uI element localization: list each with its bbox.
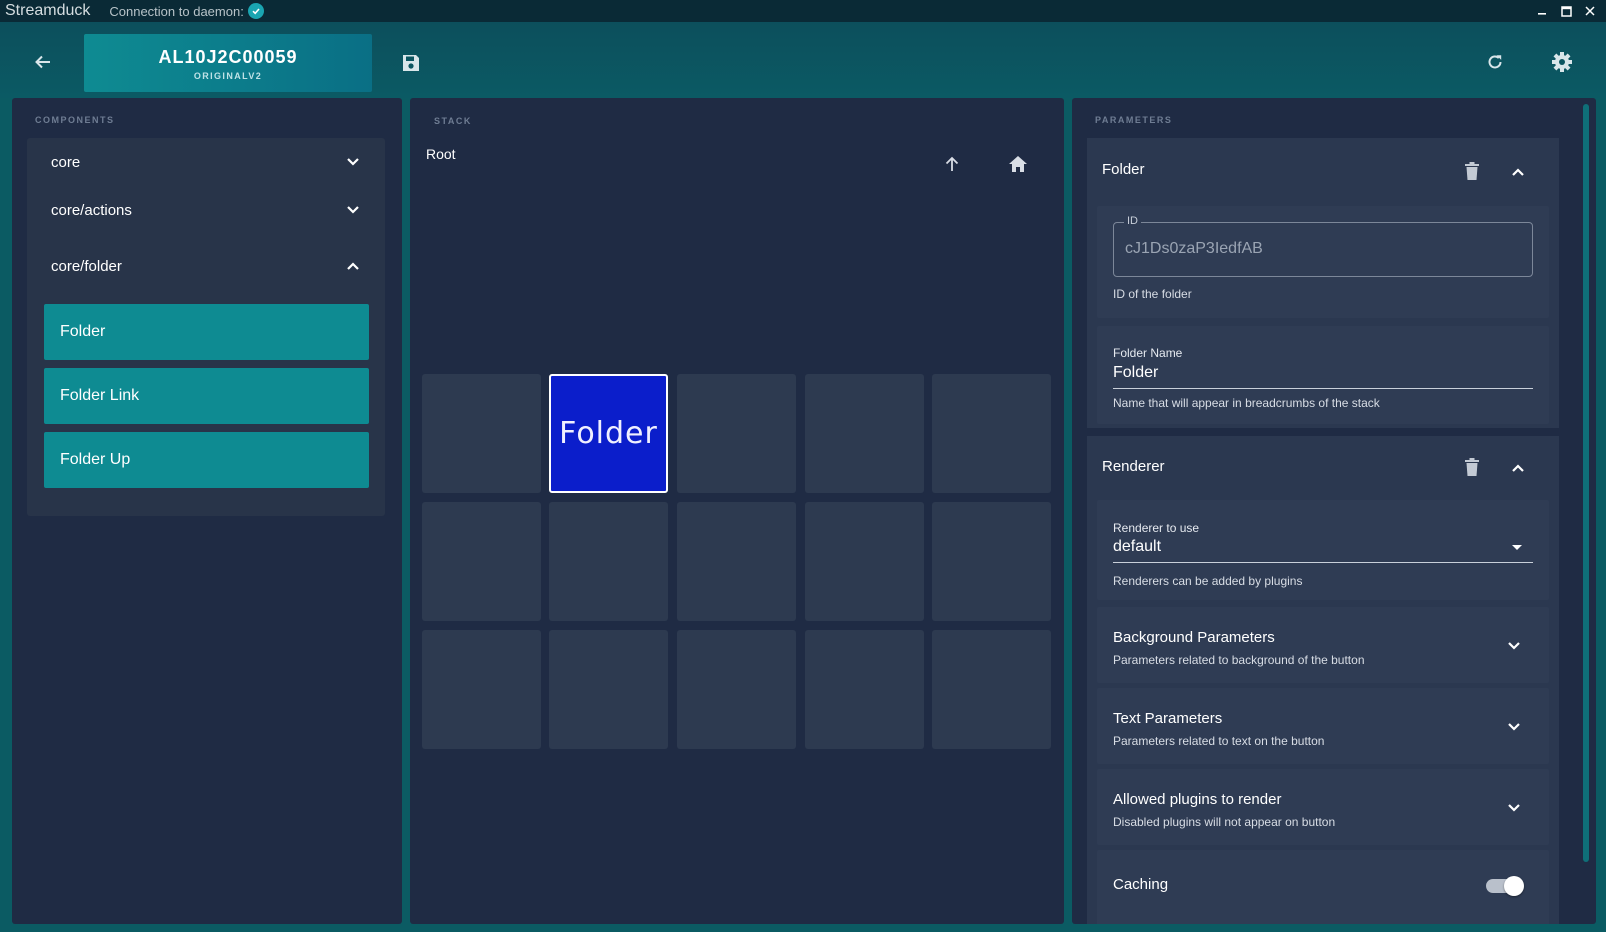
section-header: Folder (1102, 161, 1145, 178)
parameters-title: PARAMETERS (1095, 115, 1173, 125)
components-title: COMPONENTS (35, 115, 115, 125)
device-serial: AL10J2C00059 (158, 47, 298, 67)
chevron-down-icon (1508, 642, 1520, 650)
accordion-desc: Disabled plugins will not appear on butt… (1113, 815, 1336, 829)
accordion-title: Text Parameters (1113, 710, 1223, 727)
stack-title: STACK (434, 116, 472, 126)
caching-label: Caching (1113, 876, 1169, 893)
stack-button-slot[interactable] (805, 502, 924, 621)
stack-button-slot[interactable] (932, 630, 1051, 749)
allowed-plugins-accordion[interactable]: Allowed plugins to render Disabled plugi… (1097, 769, 1549, 845)
group-label: core/actions (51, 201, 132, 219)
connection-status: Connection to daemon: (109, 3, 264, 19)
id-field-label: ID (1124, 215, 1141, 227)
stack-button-slot[interactable] (932, 374, 1051, 493)
stack-button-slot[interactable] (932, 502, 1051, 621)
check-circle-icon (247, 3, 264, 19)
components-list: core core/actions core/folder Folder Fol… (27, 138, 385, 516)
back-arrow-icon[interactable] (31, 50, 55, 74)
component-folder-link[interactable]: Folder Link (44, 368, 369, 424)
caching-row: Caching (1097, 850, 1549, 924)
folder-name-card: Folder Name Folder Name that will appear… (1097, 326, 1549, 424)
app-name: Streamduck (5, 2, 91, 19)
stack-button-slot[interactable] (677, 630, 796, 749)
stack-button-slot[interactable] (677, 502, 796, 621)
text-parameters-accordion[interactable]: Text Parameters Parameters related to te… (1097, 688, 1549, 764)
chevron-up-icon[interactable] (1508, 162, 1528, 182)
accordion-title: Allowed plugins to render (1113, 791, 1282, 808)
stack-button-slot[interactable] (422, 502, 541, 621)
device-card[interactable]: AL10J2C00059 ORIGINALV2 (84, 34, 372, 92)
stack-button-slot[interactable] (805, 374, 924, 493)
group-core-folder[interactable]: core/folder (27, 246, 385, 286)
chevron-up-icon[interactable] (1508, 458, 1528, 478)
parameters-panel: PARAMETERS Folder ID cJ1Ds0zaP3IedfAB ID… (1072, 98, 1596, 924)
components-panel: COMPONENTS core core/actions core/folder… (12, 98, 402, 924)
stack-panel: STACK Root Folder (410, 98, 1064, 924)
folder-name-help: Name that will appear in breadcrumbs of … (1113, 396, 1380, 410)
stack-button-folder[interactable]: Folder (549, 374, 668, 493)
group-core-actions[interactable]: core/actions (27, 190, 385, 230)
save-icon[interactable] (400, 52, 422, 74)
breadcrumb[interactable]: Root (426, 146, 456, 162)
component-folder[interactable]: Folder (44, 304, 369, 360)
app-header: AL10J2C00059 ORIGINALV2 (0, 22, 1606, 98)
background-parameters-accordion[interactable]: Background Parameters Parameters related… (1097, 607, 1549, 683)
renderer-help: Renderers can be added by plugins (1113, 574, 1303, 588)
caching-toggle[interactable] (1486, 876, 1524, 896)
stack-button-slot[interactable] (422, 630, 541, 749)
chevron-down-icon (1508, 723, 1520, 731)
renderer-select[interactable]: default (1113, 538, 1161, 556)
stack-button-slot[interactable] (549, 502, 668, 621)
device-model: ORIGINALV2 (193, 71, 263, 81)
chevron-down-icon (347, 158, 359, 166)
accordion-desc: Parameters related to background of the … (1113, 653, 1365, 667)
group-core[interactable]: core (27, 142, 385, 182)
close-window-button[interactable] (1578, 0, 1602, 22)
chevron-down-icon (347, 206, 359, 214)
accordion-title: Background Parameters (1113, 629, 1275, 646)
renderer-select-card: Renderer to use default Renderers can be… (1097, 500, 1549, 600)
trash-icon[interactable] (1462, 160, 1482, 182)
id-help-text: ID of the folder (1113, 287, 1192, 301)
title-bar: Streamduck Connection to daemon: (0, 0, 1606, 22)
minimize-button[interactable] (1530, 0, 1554, 22)
section-header: Renderer (1102, 458, 1165, 475)
id-field-card: ID cJ1Ds0zaP3IedfAB ID of the folder (1097, 206, 1549, 318)
settings-gear-icon[interactable] (1550, 50, 1574, 74)
renderer-label: Renderer to use (1113, 521, 1200, 535)
refresh-icon[interactable] (1483, 50, 1507, 74)
id-field-value: cJ1Ds0zaP3IedfAB (1125, 240, 1263, 257)
folder-name-underline (1113, 388, 1533, 389)
dropdown-arrow-icon[interactable] (1511, 544, 1523, 552)
group-label: core/folder (51, 257, 122, 275)
chevron-down-icon (1508, 804, 1520, 812)
arrow-up-icon[interactable] (940, 152, 964, 176)
group-label: core (51, 153, 81, 171)
scrollbar[interactable] (1583, 104, 1589, 862)
stack-button-slot[interactable] (422, 374, 541, 493)
folder-name-input[interactable]: Folder (1113, 364, 1158, 382)
accordion-desc: Parameters related to text on the button (1113, 734, 1325, 748)
home-icon[interactable] (1006, 152, 1030, 176)
maximize-button[interactable] (1554, 0, 1578, 22)
stack-button-slot[interactable] (677, 374, 796, 493)
renderer-section: Renderer Renderer to use default Rendere… (1087, 436, 1559, 924)
id-field[interactable]: ID cJ1Ds0zaP3IedfAB (1113, 215, 1533, 277)
component-folder-up[interactable]: Folder Up (44, 432, 369, 488)
chevron-up-icon (347, 262, 359, 270)
folder-section: Folder ID cJ1Ds0zaP3IedfAB ID of the fol… (1087, 138, 1559, 428)
folder-name-label: Folder Name (1113, 346, 1183, 360)
stack-button-slot[interactable] (805, 630, 924, 749)
renderer-underline (1113, 562, 1533, 563)
stack-button-slot[interactable] (549, 630, 668, 749)
connection-label: Connection to daemon: (109, 3, 244, 19)
trash-icon[interactable] (1462, 456, 1482, 478)
